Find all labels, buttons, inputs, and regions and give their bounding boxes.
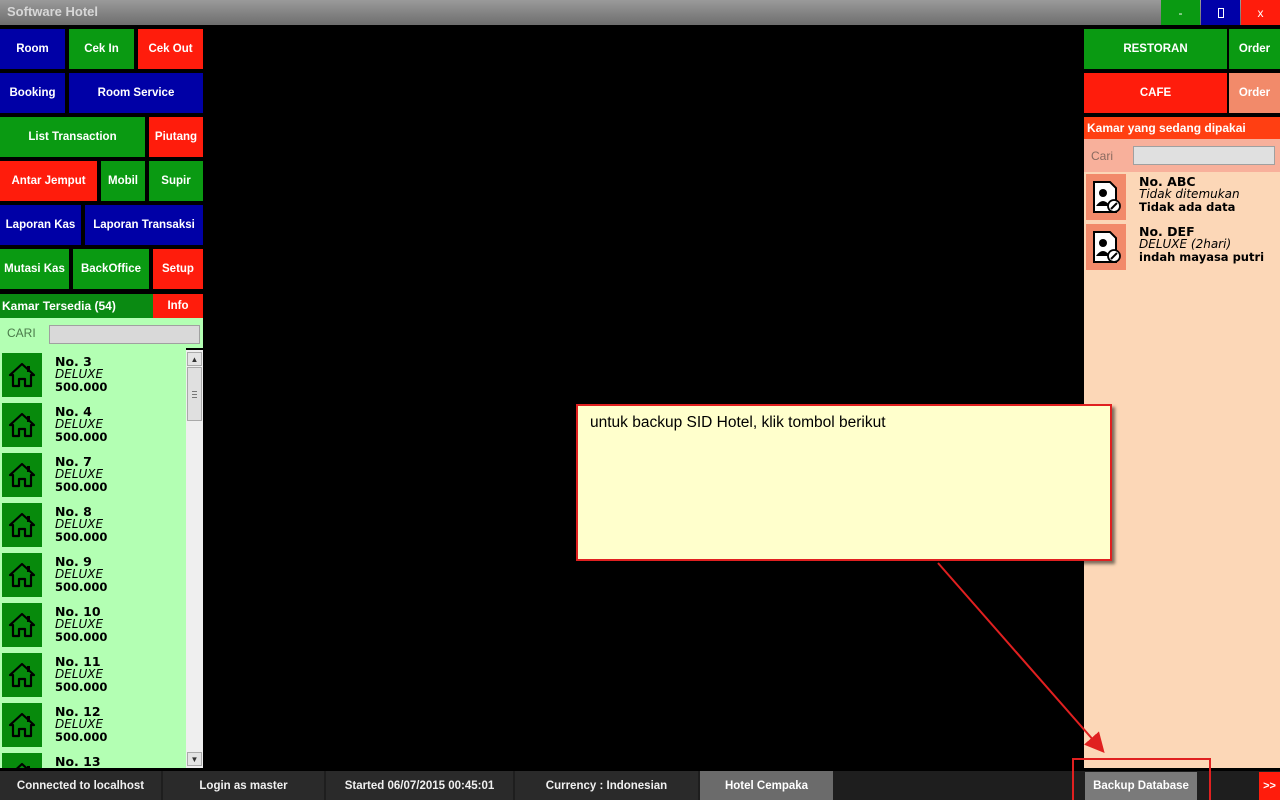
supir-button[interactable]: Supir <box>149 161 203 201</box>
search-label: CARI <box>7 326 36 340</box>
maximize-button[interactable] <box>1201 0 1240 25</box>
house-icon <box>2 703 42 747</box>
room-list-item[interactable]: No. 13 <box>0 750 186 768</box>
close-button[interactable]: x <box>1241 0 1280 25</box>
available-search-input[interactable] <box>49 325 200 344</box>
highlight-box <box>1072 758 1211 800</box>
room-price: 500.000 <box>55 380 108 394</box>
available-room-list: No. 3 DELUXE 500.000 No. 4 DELUXE 500.000 No. … <box>0 348 186 768</box>
room-list-item[interactable]: No. 11 DELUXE 500.000 <box>0 650 186 700</box>
room-number: No. 13 <box>55 754 101 768</box>
search-label: Cari <box>1091 149 1114 163</box>
scroll-up-icon[interactable]: ▲ <box>187 352 202 366</box>
house-icon <box>2 653 42 697</box>
cek-in-button[interactable]: Cek In <box>69 29 134 69</box>
room-price: 500.000 <box>55 530 108 544</box>
room-list-item[interactable]: No. 12 DELUXE 500.000 <box>0 700 186 750</box>
used-room-guest: Tidak ada data <box>1139 200 1236 214</box>
mobil-button[interactable]: Mobil <box>101 161 145 201</box>
setup-button[interactable]: Setup <box>153 249 203 289</box>
house-icon <box>2 453 42 497</box>
used-room-guest: indah mayasa putri <box>1139 250 1265 264</box>
guest-document-icon <box>1086 174 1126 220</box>
room-price: 500.000 <box>55 480 108 494</box>
room-list-item[interactable]: No. 9 DELUXE 500.000 <box>0 550 186 600</box>
room-list-scrollbar[interactable]: ▲ ▼ <box>186 350 203 768</box>
scroll-thumb[interactable] <box>187 367 202 421</box>
house-icon <box>2 603 42 647</box>
house-icon <box>2 353 42 397</box>
scroll-down-icon[interactable]: ▼ <box>187 752 202 766</box>
status-connected: Connected to localhost <box>0 771 161 800</box>
window-title: Software Hotel <box>7 4 99 19</box>
room-list-item[interactable]: No. 7 DELUXE 500.000 <box>0 450 186 500</box>
title-bar: Software Hotel - x <box>0 0 1280 25</box>
used-room-item[interactable]: No. DEF DELUXE (2hari) indah mayasa putri <box>1084 224 1280 270</box>
room-list-item[interactable]: No. 4 DELUXE 500.000 <box>0 400 186 450</box>
used-room-item[interactable]: No. ABC Tidak ditemukan Tidak ada data <box>1084 174 1280 220</box>
tooltip-callout: untuk backup SID Hotel, klik tombol beri… <box>576 404 1112 561</box>
used-rooms-header: Kamar yang sedang dipakai <box>1084 117 1280 139</box>
available-search-bar: CARI <box>0 318 203 348</box>
house-icon <box>2 753 42 768</box>
callout-message: untuk backup SID Hotel, klik tombol beri… <box>590 414 886 431</box>
restoran-order-button[interactable]: Order <box>1229 29 1280 69</box>
antar-jemput-button[interactable]: Antar Jemput <box>0 161 97 201</box>
status-currency: Currency : Indonesian <box>515 771 698 800</box>
room-button[interactable]: Room <box>0 29 65 69</box>
backoffice-button[interactable]: BackOffice <box>73 249 149 289</box>
house-icon <box>2 553 42 597</box>
maximize-icon <box>1217 7 1224 18</box>
cek-out-button[interactable]: Cek Out <box>138 29 203 69</box>
room-list-item[interactable]: No. 8 DELUXE 500.000 <box>0 500 186 550</box>
room-list-item[interactable]: No. 10 DELUXE 500.000 <box>0 600 186 650</box>
used-search-input[interactable] <box>1133 146 1275 165</box>
minimize-button[interactable]: - <box>1161 0 1200 25</box>
cafe-order-button[interactable]: Order <box>1229 73 1280 113</box>
booking-button[interactable]: Booking <box>0 73 65 113</box>
status-login: Login as master <box>163 771 324 800</box>
cafe-button[interactable]: CAFE <box>1084 73 1227 113</box>
status-started: Started 06/07/2015 00:45:01 <box>326 771 513 800</box>
info-button[interactable]: Info <box>153 294 203 318</box>
room-price: 500.000 <box>55 430 108 444</box>
guest-document-icon <box>1086 224 1126 270</box>
status-hotel: Hotel Cempaka <box>700 771 833 800</box>
piutang-button[interactable]: Piutang <box>149 117 203 157</box>
room-price: 500.000 <box>55 680 108 694</box>
room-service-button[interactable]: Room Service <box>69 73 203 113</box>
laporan-kas-button[interactable]: Laporan Kas <box>0 205 81 245</box>
used-search-bar: Cari <box>1084 139 1280 172</box>
room-list-item[interactable]: No. 3 DELUXE 500.000 <box>0 350 186 400</box>
room-price: 500.000 <box>55 580 108 594</box>
laporan-transaksi-button[interactable]: Laporan Transaksi <box>85 205 203 245</box>
house-icon <box>2 403 42 447</box>
restoran-button[interactable]: RESTORAN <box>1084 29 1227 69</box>
next-button[interactable]: >> <box>1259 772 1280 800</box>
available-rooms-header: Kamar Tersedia (54) <box>0 294 153 318</box>
list-transaction-button[interactable]: List Transaction <box>0 117 145 157</box>
mutasi-kas-button[interactable]: Mutasi Kas <box>0 249 69 289</box>
room-price: 500.000 <box>55 630 108 644</box>
house-icon <box>2 503 42 547</box>
room-price: 500.000 <box>55 730 108 744</box>
